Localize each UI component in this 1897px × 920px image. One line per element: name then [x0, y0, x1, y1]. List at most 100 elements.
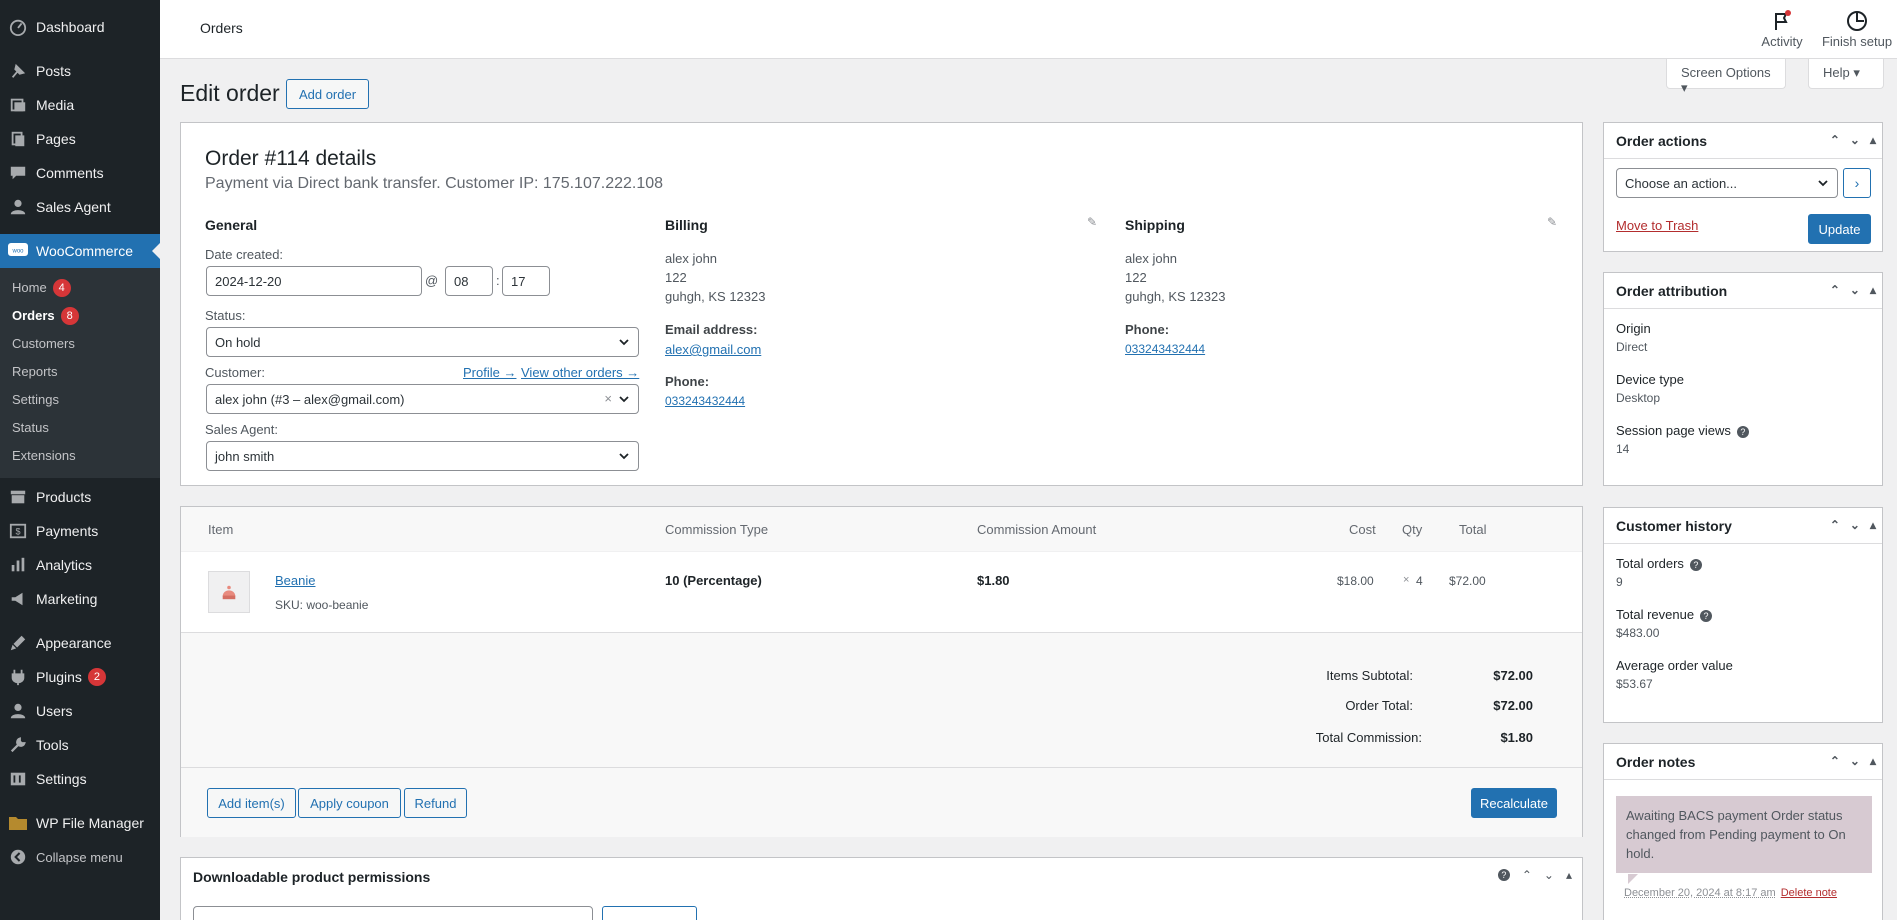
move-to-trash-link[interactable]: Move to Trash: [1616, 218, 1698, 233]
delete-note-link[interactable]: Delete note: [1781, 887, 1837, 899]
menu-appearance[interactable]: Appearance: [0, 626, 160, 660]
toggle-arrow-icon[interactable]: ▴: [1566, 868, 1572, 882]
chevron-down-icon[interactable]: ⌄: [1850, 754, 1860, 768]
menu-posts[interactable]: Posts: [0, 54, 160, 88]
caret-down-icon: ▾: [1853, 65, 1860, 80]
dollar-icon: $: [8, 521, 28, 541]
items-subtotal-value: $72.00: [1493, 668, 1533, 683]
toggle-arrow-icon[interactable]: ▴: [1870, 283, 1876, 297]
help-tab[interactable]: Help ▾: [1808, 59, 1884, 89]
menu-file-manager[interactable]: WP File Manager: [0, 806, 160, 840]
menu-users[interactable]: Users: [0, 694, 160, 728]
billing-email-link[interactable]: alex@gmail.com: [665, 342, 761, 357]
chevron-up-icon[interactable]: ⌃: [1522, 868, 1532, 882]
chevron-up-icon[interactable]: ⌃: [1830, 133, 1840, 147]
apply-coupon-button[interactable]: Apply coupon: [298, 788, 401, 818]
chevron-down-icon[interactable]: ⌄: [1850, 283, 1860, 297]
submenu-label: Reports: [12, 364, 58, 379]
menu-marketing[interactable]: Marketing: [0, 582, 160, 616]
menu-label: Analytics: [36, 557, 93, 573]
minute-input[interactable]: 17: [502, 266, 550, 296]
chevron-up-icon[interactable]: ⌃: [1830, 754, 1840, 768]
submenu-reports[interactable]: Reports: [0, 358, 160, 386]
dashboard-icon: [8, 17, 28, 37]
order-action-select[interactable]: Choose an action...: [1616, 168, 1838, 198]
screen-options-tab[interactable]: Screen Options ▾: [1666, 59, 1786, 95]
progress-icon: [1820, 8, 1894, 34]
edit-shipping-pencil-icon[interactable]: ✎: [1547, 215, 1557, 229]
hour-input[interactable]: 08: [445, 266, 493, 296]
menu-products[interactable]: Products: [0, 480, 160, 514]
qty-multiplier: ×: [1403, 574, 1410, 586]
date-created-input[interactable]: 2024-12-20: [206, 266, 422, 296]
screen-options-label: Screen Options: [1681, 65, 1771, 80]
submenu-status[interactable]: Status: [0, 414, 160, 442]
view-other-orders-link[interactable]: View other orders →: [521, 365, 639, 380]
menu-collapse[interactable]: Collapse menu: [0, 840, 160, 874]
help-icon[interactable]: ?: [1497, 869, 1510, 881]
menu-label: Sales Agent: [36, 199, 111, 215]
menu-sales-agent[interactable]: Sales Agent: [0, 190, 160, 224]
submenu-label: Status: [12, 420, 49, 435]
submenu-settings[interactable]: Settings: [0, 386, 160, 414]
add-items-button[interactable]: Add item(s): [207, 788, 296, 818]
refund-button[interactable]: Refund: [404, 788, 467, 818]
finish-setup-label: Finish setup: [1821, 34, 1893, 49]
grant-access-input[interactable]: [193, 906, 593, 920]
submenu-extensions[interactable]: Extensions: [0, 442, 160, 470]
sales-agent-select[interactable]: john smith: [206, 441, 639, 471]
update-button[interactable]: Update: [1808, 214, 1871, 244]
chevron-down-icon[interactable]: ⌄: [1544, 868, 1554, 882]
menu-tools[interactable]: Tools: [0, 728, 160, 762]
chevron-up-icon[interactable]: ⌃: [1830, 518, 1840, 532]
customer-select[interactable]: alex john (#3 – alex@gmail.com) ×: [206, 384, 639, 414]
finish-setup-button[interactable]: Finish setup: [1820, 8, 1894, 49]
billing-phone-link[interactable]: 033243432444: [665, 394, 745, 408]
at-symbol: @: [425, 273, 439, 288]
menu-label: WP File Manager: [36, 815, 144, 831]
address-line: guhgh, KS 12323: [1125, 289, 1226, 304]
chevron-down-icon[interactable]: ⌄: [1850, 518, 1860, 532]
menu-payments[interactable]: $ Payments: [0, 514, 160, 548]
toggle-arrow-icon[interactable]: ▴: [1870, 518, 1876, 532]
add-order-button[interactable]: Add order: [286, 79, 369, 109]
menu-woocommerce[interactable]: woo WooCommerce: [0, 234, 160, 268]
recalculate-button[interactable]: Recalculate: [1471, 788, 1557, 818]
box-controls: ⌃ ⌄ ▴: [1830, 754, 1876, 768]
general-heading: General: [205, 217, 258, 233]
help-icon[interactable]: ?: [1736, 425, 1749, 438]
toggle-arrow-icon[interactable]: ▴: [1870, 133, 1876, 147]
help-icon[interactable]: ?: [1689, 558, 1702, 571]
toggle-arrow-icon[interactable]: ▴: [1870, 754, 1876, 768]
activity-button[interactable]: Activity: [1746, 8, 1818, 49]
menu-comments[interactable]: Comments: [0, 156, 160, 190]
menu-analytics[interactable]: Analytics: [0, 548, 160, 582]
header-commission-amount: Commission Amount: [977, 522, 1097, 537]
session-views-value: 14: [1616, 442, 1630, 456]
menu-settings[interactable]: Settings: [0, 762, 160, 796]
menu-dashboard[interactable]: Dashboard: [0, 10, 160, 44]
status-select[interactable]: On hold: [206, 327, 639, 357]
submenu-orders[interactable]: Orders 8: [0, 302, 160, 330]
header-item: Item: [208, 522, 234, 537]
admin-sidebar: Dashboard Posts Media Pages Comments Sal…: [0, 0, 160, 920]
brush-icon: [8, 633, 28, 653]
item-actions-bar: Add item(s) Apply coupon Refund Recalcul…: [181, 767, 1582, 837]
shipping-phone-link[interactable]: 033243432444: [1125, 342, 1205, 356]
edit-billing-pencil-icon[interactable]: ✎: [1087, 215, 1097, 229]
submenu-home[interactable]: Home 4: [0, 274, 160, 302]
clear-icon[interactable]: ×: [604, 391, 612, 406]
origin-label: Origin: [1616, 321, 1651, 336]
grant-access-button[interactable]: [602, 906, 697, 920]
product-name-link[interactable]: Beanie: [275, 573, 315, 588]
profile-link[interactable]: Profile →: [463, 365, 516, 380]
menu-media[interactable]: Media: [0, 88, 160, 122]
help-icon[interactable]: ?: [1700, 609, 1713, 622]
note-meta: December 20, 2024 at 8:17 am Delete note: [1624, 887, 1837, 899]
chevron-up-icon[interactable]: ⌃: [1830, 283, 1840, 297]
chevron-down-icon[interactable]: ⌄: [1850, 133, 1860, 147]
apply-action-button[interactable]: ›: [1843, 168, 1871, 198]
menu-pages[interactable]: Pages: [0, 122, 160, 156]
submenu-customers[interactable]: Customers: [0, 330, 160, 358]
menu-plugins[interactable]: Plugins 2: [0, 660, 160, 694]
